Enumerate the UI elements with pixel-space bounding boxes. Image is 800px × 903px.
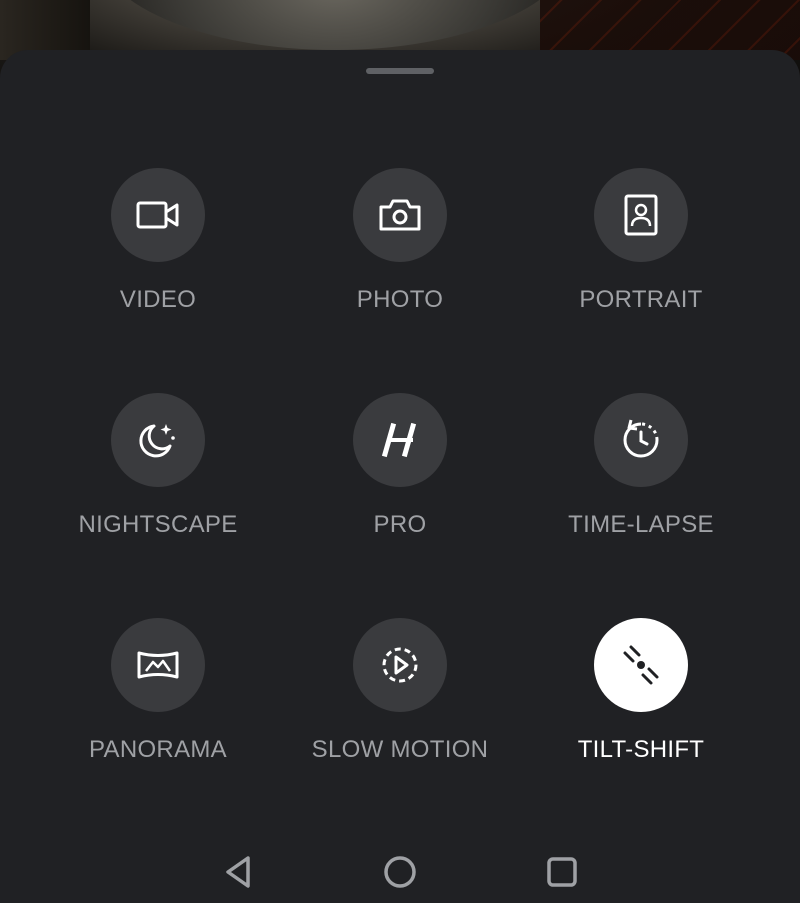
viewfinder-scene-object <box>95 0 575 50</box>
video-camera-icon <box>111 168 205 262</box>
nav-home-button[interactable] <box>360 840 440 903</box>
portrait-icon <box>594 168 688 262</box>
mode-label: TIME-LAPSE <box>568 511 714 538</box>
slow-motion-play-icon <box>353 618 447 712</box>
mode-label: PORTRAIT <box>579 286 703 313</box>
mode-nightscape[interactable]: NIGHTSCAPE <box>38 393 278 553</box>
mode-label: PANORAMA <box>89 736 227 763</box>
mode-label: SLOW MOTION <box>311 736 489 763</box>
tilt-shift-icon <box>594 618 688 712</box>
mode-label: PHOTO <box>356 286 444 313</box>
panorama-icon <box>111 618 205 712</box>
recents-square-icon <box>547 856 577 887</box>
home-circle-icon <box>384 855 416 888</box>
mode-label: TILT-SHIFT <box>577 736 705 763</box>
hasselblad-h-icon <box>353 393 447 487</box>
nav-back-button[interactable] <box>198 840 278 903</box>
mode-panorama[interactable]: PANORAMA <box>38 618 278 778</box>
mode-portrait[interactable]: PORTRAIT <box>521 168 761 328</box>
sheet-drag-handle[interactable] <box>366 68 434 74</box>
system-navigation-bar <box>0 840 800 903</box>
mode-slow-motion[interactable]: SLOW MOTION <box>280 618 520 778</box>
mode-photo[interactable]: PHOTO <box>280 168 520 328</box>
mode-tilt-shift[interactable]: TILT-SHIFT <box>521 618 761 778</box>
mode-label: VIDEO <box>119 286 197 313</box>
mode-pro[interactable]: PRO <box>280 393 520 553</box>
nav-recents-button[interactable] <box>522 840 602 903</box>
mode-video[interactable]: VIDEO <box>38 168 278 328</box>
back-triangle-icon <box>226 855 250 888</box>
camera-mode-sheet: VIDEO PHOTO PORTRAIT NIGHTSCAPE PRO TIME… <box>0 50 800 903</box>
mode-time-lapse[interactable]: TIME-LAPSE <box>521 393 761 553</box>
timer-rotate-icon <box>594 393 688 487</box>
mode-label: NIGHTSCAPE <box>78 511 238 538</box>
mode-label: PRO <box>373 511 427 538</box>
photo-camera-icon <box>353 168 447 262</box>
moon-stars-icon <box>111 393 205 487</box>
